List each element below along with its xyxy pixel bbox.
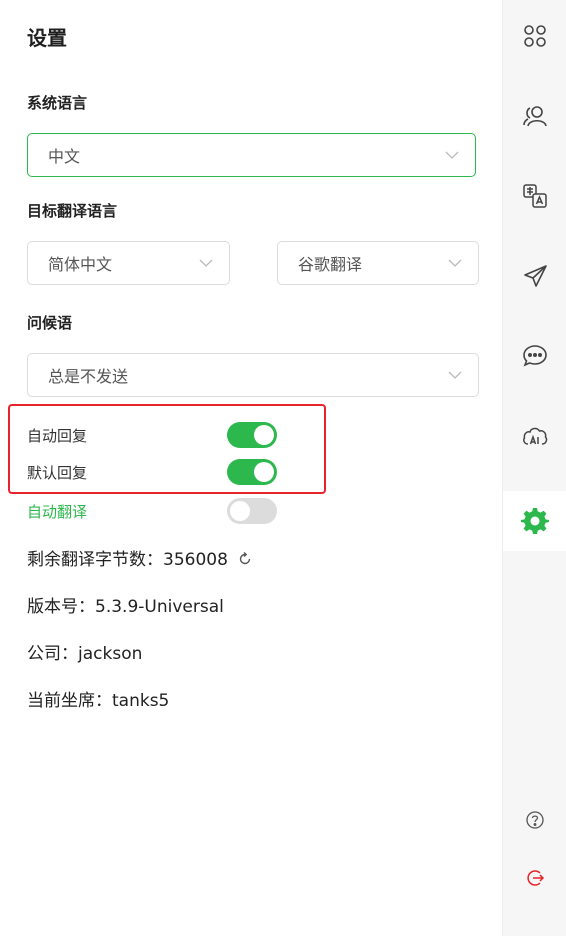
version-text: 版本号：5.3.9-Universal (27, 597, 224, 617)
greeting-label: 问候语 (27, 314, 73, 332)
target-language-label: 目标翻译语言 (27, 202, 118, 220)
help-icon[interactable] (503, 790, 566, 850)
send-icon[interactable] (503, 246, 566, 306)
right-sidebar (502, 0, 566, 936)
chevron-down-icon (199, 259, 213, 267)
auto-reply-row: 自动回复 (27, 421, 287, 449)
default-reply-label: 默认回复 (27, 463, 88, 482)
system-language-value: 中文 (48, 147, 81, 166)
greeting-value: 总是不发送 (48, 367, 129, 386)
default-reply-switch[interactable] (227, 459, 277, 485)
target-language-value: 简体中文 (48, 255, 113, 274)
apps-icon[interactable] (503, 6, 566, 66)
settings-gear-icon[interactable] (503, 491, 566, 551)
auto-reply-switch[interactable] (227, 422, 277, 448)
translation-engine-select[interactable]: 谷歌翻译 (277, 241, 479, 285)
translate-icon[interactable] (503, 166, 566, 226)
auto-translate-row: 自动翻译 (27, 497, 287, 525)
target-language-select[interactable]: 简体中文 (27, 241, 230, 285)
chevron-down-icon (448, 371, 462, 379)
auto-reply-label: 自动回复 (27, 426, 88, 445)
chat-icon[interactable] (503, 326, 566, 386)
auto-translate-label: 自动翻译 (27, 502, 88, 521)
remaining-chars-text: 剩余翻译字节数：356008 (27, 550, 228, 570)
refresh-icon[interactable] (237, 551, 253, 567)
auto-translate-switch[interactable] (227, 498, 277, 524)
current-seat-text: 当前坐席：tanks5 (27, 691, 170, 711)
greeting-select[interactable]: 总是不发送 (27, 353, 479, 397)
company-text: 公司：jackson (27, 644, 143, 664)
default-reply-row: 默认回复 (27, 458, 287, 486)
ai-cloud-icon[interactable] (503, 406, 566, 466)
system-language-label: 系统语言 (27, 94, 88, 112)
remaining-chars: 剩余翻译字节数：356008 (27, 545, 253, 570)
chevron-down-icon (445, 151, 459, 159)
chevron-down-icon (448, 259, 462, 267)
settings-panel: 设置 系统语言 中文 目标翻译语言 简体中文 谷歌翻译 问候语 总是不发送 自动… (0, 0, 502, 936)
contacts-icon[interactable] (503, 86, 566, 146)
logout-icon[interactable] (503, 848, 566, 908)
page-title: 设置 (27, 26, 67, 50)
translation-engine-value: 谷歌翻译 (298, 255, 363, 274)
system-language-select[interactable]: 中文 (27, 133, 476, 177)
